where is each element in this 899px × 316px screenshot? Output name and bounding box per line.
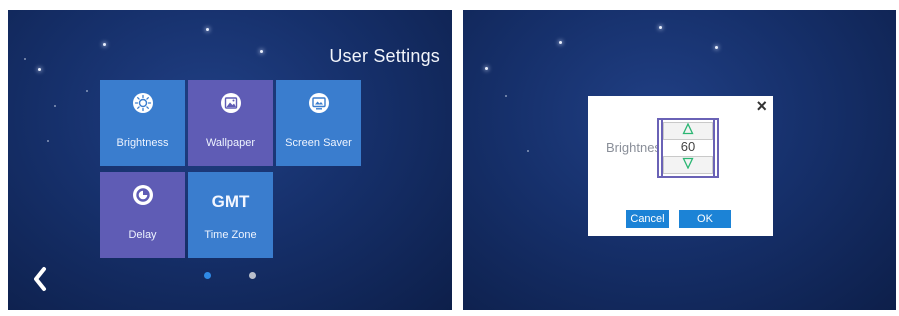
star bbox=[24, 58, 26, 60]
tile-label: Time Zone bbox=[204, 229, 257, 241]
cancel-button[interactable]: Cancel bbox=[626, 210, 669, 228]
page-title: User Settings bbox=[329, 46, 440, 66]
arrow-down-icon bbox=[682, 157, 694, 170]
user-settings-screen: User Settings Brightness Wallpaper Scree… bbox=[8, 10, 452, 310]
star bbox=[47, 140, 49, 142]
brightness-label: Brightnes bbox=[606, 140, 661, 155]
tile-label: Wallpaper bbox=[205, 137, 256, 149]
tile-label: Screen Saver bbox=[285, 137, 352, 149]
tile-label: Delay bbox=[128, 229, 157, 241]
star bbox=[260, 50, 263, 53]
back-button[interactable] bbox=[32, 266, 48, 297]
arrow-up-icon bbox=[682, 122, 694, 135]
star bbox=[54, 105, 56, 107]
star bbox=[659, 26, 662, 29]
brightness-value: 60 bbox=[680, 139, 696, 154]
star bbox=[38, 68, 41, 71]
tile-wallpaper[interactable]: Wallpaper bbox=[188, 80, 273, 166]
page-dot-2[interactable] bbox=[249, 272, 256, 279]
brightness-stepper[interactable]: 60 bbox=[657, 118, 719, 178]
star bbox=[715, 46, 718, 49]
star bbox=[559, 41, 562, 44]
star bbox=[103, 43, 106, 46]
tile-screen-saver[interactable]: Screen Saver bbox=[276, 80, 361, 166]
delay-icon bbox=[132, 185, 153, 205]
star bbox=[86, 90, 88, 92]
tile-brightness[interactable]: Brightness bbox=[100, 80, 185, 166]
brightness-screen: × Brightnes 60 Cancel OK bbox=[463, 10, 896, 310]
increase-button[interactable] bbox=[663, 122, 713, 140]
wallpaper-icon bbox=[220, 93, 241, 113]
gmt-icon: GMT bbox=[211, 192, 250, 211]
chevron-left-icon bbox=[34, 267, 46, 291]
star bbox=[527, 150, 529, 152]
star bbox=[206, 28, 209, 31]
decrease-button[interactable] bbox=[663, 156, 713, 174]
page-dot-1[interactable] bbox=[204, 272, 211, 279]
star bbox=[505, 95, 507, 97]
ok-button[interactable]: OK bbox=[679, 210, 731, 228]
star bbox=[485, 67, 488, 70]
close-icon[interactable]: × bbox=[756, 96, 767, 117]
tile-time-zone[interactable]: GMT Time Zone bbox=[188, 172, 273, 258]
brightness-icon bbox=[132, 93, 153, 113]
tile-label: Brightness bbox=[116, 137, 169, 149]
brightness-dialog: × Brightnes 60 Cancel OK bbox=[588, 96, 773, 236]
tile-delay[interactable]: Delay bbox=[100, 172, 185, 258]
screen-saver-icon bbox=[308, 93, 329, 113]
